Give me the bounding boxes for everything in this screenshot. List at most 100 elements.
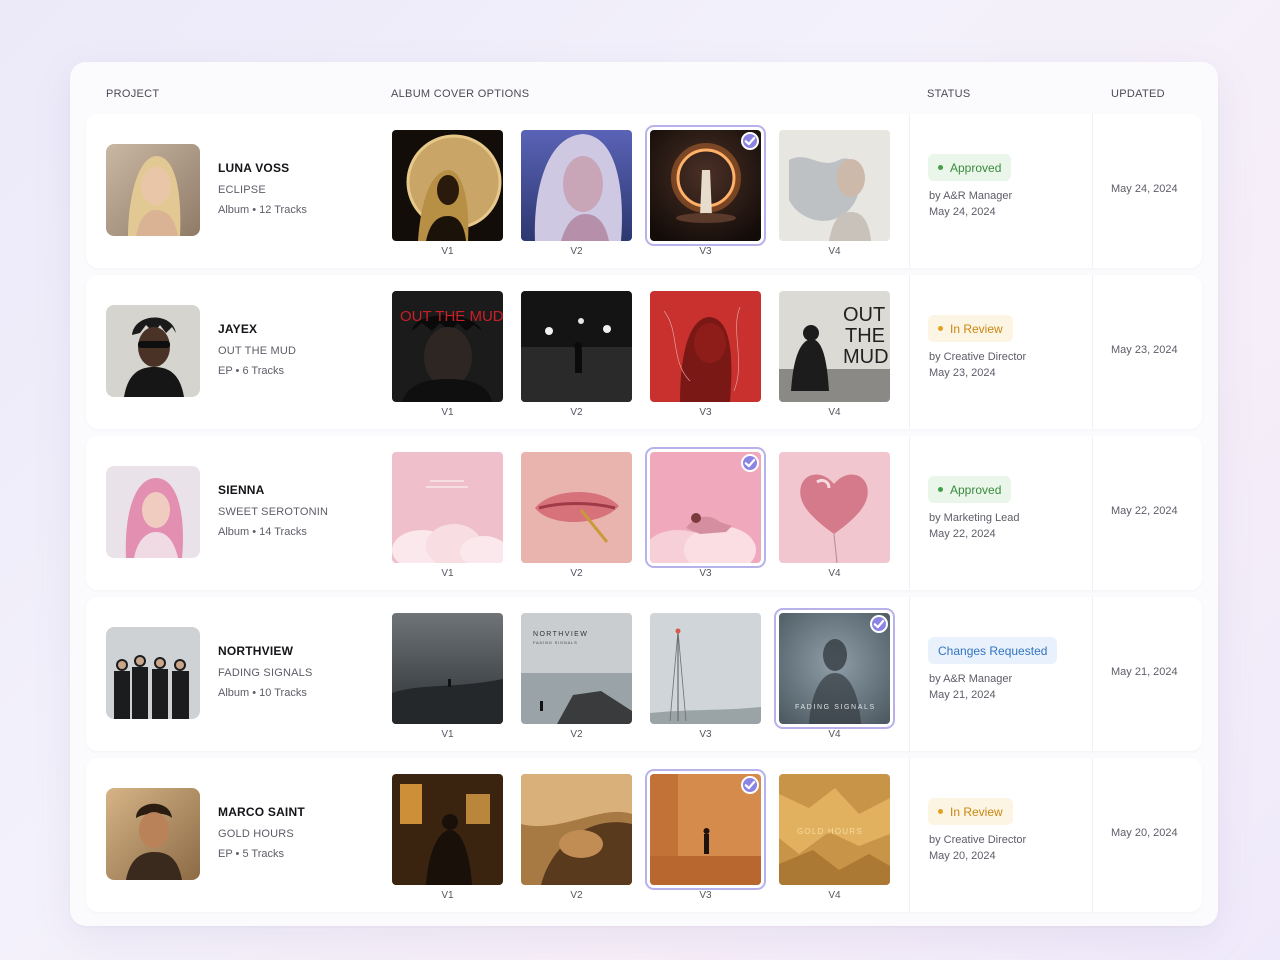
status-badge: Approved [928,476,1012,503]
cover-option-v1[interactable] [392,452,503,563]
column-header-status: STATUS [927,88,971,100]
cover-text: GOLD HOURS [797,827,863,836]
status-author: by A&R Manager [929,673,1013,685]
cover-label: V3 [699,246,712,257]
avatar [106,788,200,880]
cover-text: THE [845,325,885,347]
cover-label: V4 [828,568,841,579]
status-author: by Marketing Lead [929,512,1020,524]
column-divider [909,114,910,268]
status-badge: Changes Requested [928,637,1058,664]
column-header-project: PROJECT [106,88,160,100]
cover-text: FADING SIGNALS [795,704,876,711]
column-divider [1092,436,1093,590]
table-row[interactable]: SIENNA SWEET SEROTONIN Album • 14 Tracks [86,436,1202,590]
cover-label: V4 [828,890,841,901]
status-date: May 21, 2024 [929,689,996,701]
avatar [106,305,200,397]
check-circle-icon [741,776,759,794]
cover-text: FADING SIGNALS [533,640,578,645]
column-divider [909,758,910,912]
avatar [106,627,200,719]
cover-options: GOLD HOURS V1 V2 V3 V4 [392,769,892,904]
cover-option-v1[interactable]: OUT THE MUD [392,291,503,402]
cover-option-v1[interactable] [392,130,503,241]
cover-option-v4[interactable]: FADING SIGNALS [774,608,895,729]
cover-options: V1 V2 V3 V4 [392,125,892,260]
cover-label: V2 [570,890,583,901]
column-header-updated: UPDATED [1111,88,1165,100]
cover-option-v4[interactable] [779,452,890,563]
status-date: May 20, 2024 [929,850,996,862]
project-meta: EP • 5 Tracks [218,848,285,860]
cover-label: V2 [570,729,583,740]
status-date: May 23, 2024 [929,367,996,379]
cover-label: V4 [828,246,841,257]
column-header-covers: ALBUM COVER OPTIONS [391,88,530,100]
cover-text: OUT [843,304,885,326]
status-date: May 24, 2024 [929,206,996,218]
dot-icon [938,809,943,814]
cover-label: V1 [441,407,454,418]
cover-option-v1[interactable] [392,613,503,724]
cover-text: NORTHVIEW [533,631,588,638]
cover-option-v4[interactable] [779,130,890,241]
cover-option-v3[interactable] [645,769,766,890]
check-circle-icon [870,615,888,633]
cover-label: V1 [441,890,454,901]
cover-option-v2[interactable] [521,291,632,402]
cover-label: V3 [699,729,712,740]
cover-option-v4[interactable]: OUT THE MUD [779,291,890,402]
cover-option-v2[interactable]: NORTHVIEW FADING SIGNALS [521,613,632,724]
check-circle-icon [741,132,759,150]
project-meta: EP • 6 Tracks [218,365,285,377]
status-author: by Creative Director [929,351,1027,363]
artist-name: JAYEX [218,322,258,336]
cover-label: V3 [699,568,712,579]
updated-date: May 22, 2024 [1111,505,1178,517]
project-meta: Album • 10 Tracks [218,687,307,699]
avatar [106,466,200,558]
artist-name: NORTHVIEW [218,644,294,658]
project-meta: Album • 12 Tracks [218,204,307,216]
column-divider [909,436,910,590]
project-title: GOLD HOURS [218,828,294,840]
project-title: ECLIPSE [218,184,266,196]
table-row[interactable]: JAYEX OUT THE MUD EP • 6 Tracks OUT THE … [86,275,1202,429]
cover-text: OUT THE MUD [400,308,503,325]
status-date: May 22, 2024 [929,528,996,540]
cover-option-v1[interactable] [392,774,503,885]
dot-icon [938,165,943,170]
status-badge: Approved [928,154,1012,181]
column-divider [1092,597,1093,751]
updated-date: May 24, 2024 [1111,183,1178,195]
artist-name: MARCO SAINT [218,805,305,819]
status-badge: In Review [928,315,1013,342]
cover-option-v4[interactable]: GOLD HOURS [779,774,890,885]
column-divider [909,275,910,429]
cover-options: NORTHVIEW FADING SIGNALS FADING SIGNALS … [392,608,895,743]
cover-option-v2[interactable] [521,130,632,241]
cover-option-v2[interactable] [521,774,632,885]
dot-icon [938,487,943,492]
cover-option-v3[interactable] [650,291,761,402]
status-author: by Creative Director [929,834,1027,846]
table-row[interactable]: MARCO SAINT GOLD HOURS EP • 5 Tracks GOL… [86,758,1202,912]
column-divider [1092,114,1093,268]
cover-label: V2 [570,568,583,579]
status-badge: In Review [928,798,1013,825]
project-title: FADING SIGNALS [218,667,313,679]
cover-option-v2[interactable] [521,452,632,563]
table-row[interactable]: LUNA VOSS ECLIPSE Album • 12 Tracks V1 V… [86,114,1202,268]
cover-label: V3 [699,407,712,418]
updated-date: May 23, 2024 [1111,344,1178,356]
dot-icon [938,326,943,331]
cover-label: V1 [441,729,454,740]
cover-option-v3[interactable] [645,125,766,246]
cover-option-v3[interactable] [650,613,761,724]
cover-text: MUD [843,346,889,368]
table-row[interactable]: NORTHVIEW FADING SIGNALS Album • 10 Trac… [86,597,1202,751]
project-title: SWEET SEROTONIN [218,506,329,518]
cover-option-v3[interactable] [645,447,766,568]
status-author: by A&R Manager [929,190,1013,202]
